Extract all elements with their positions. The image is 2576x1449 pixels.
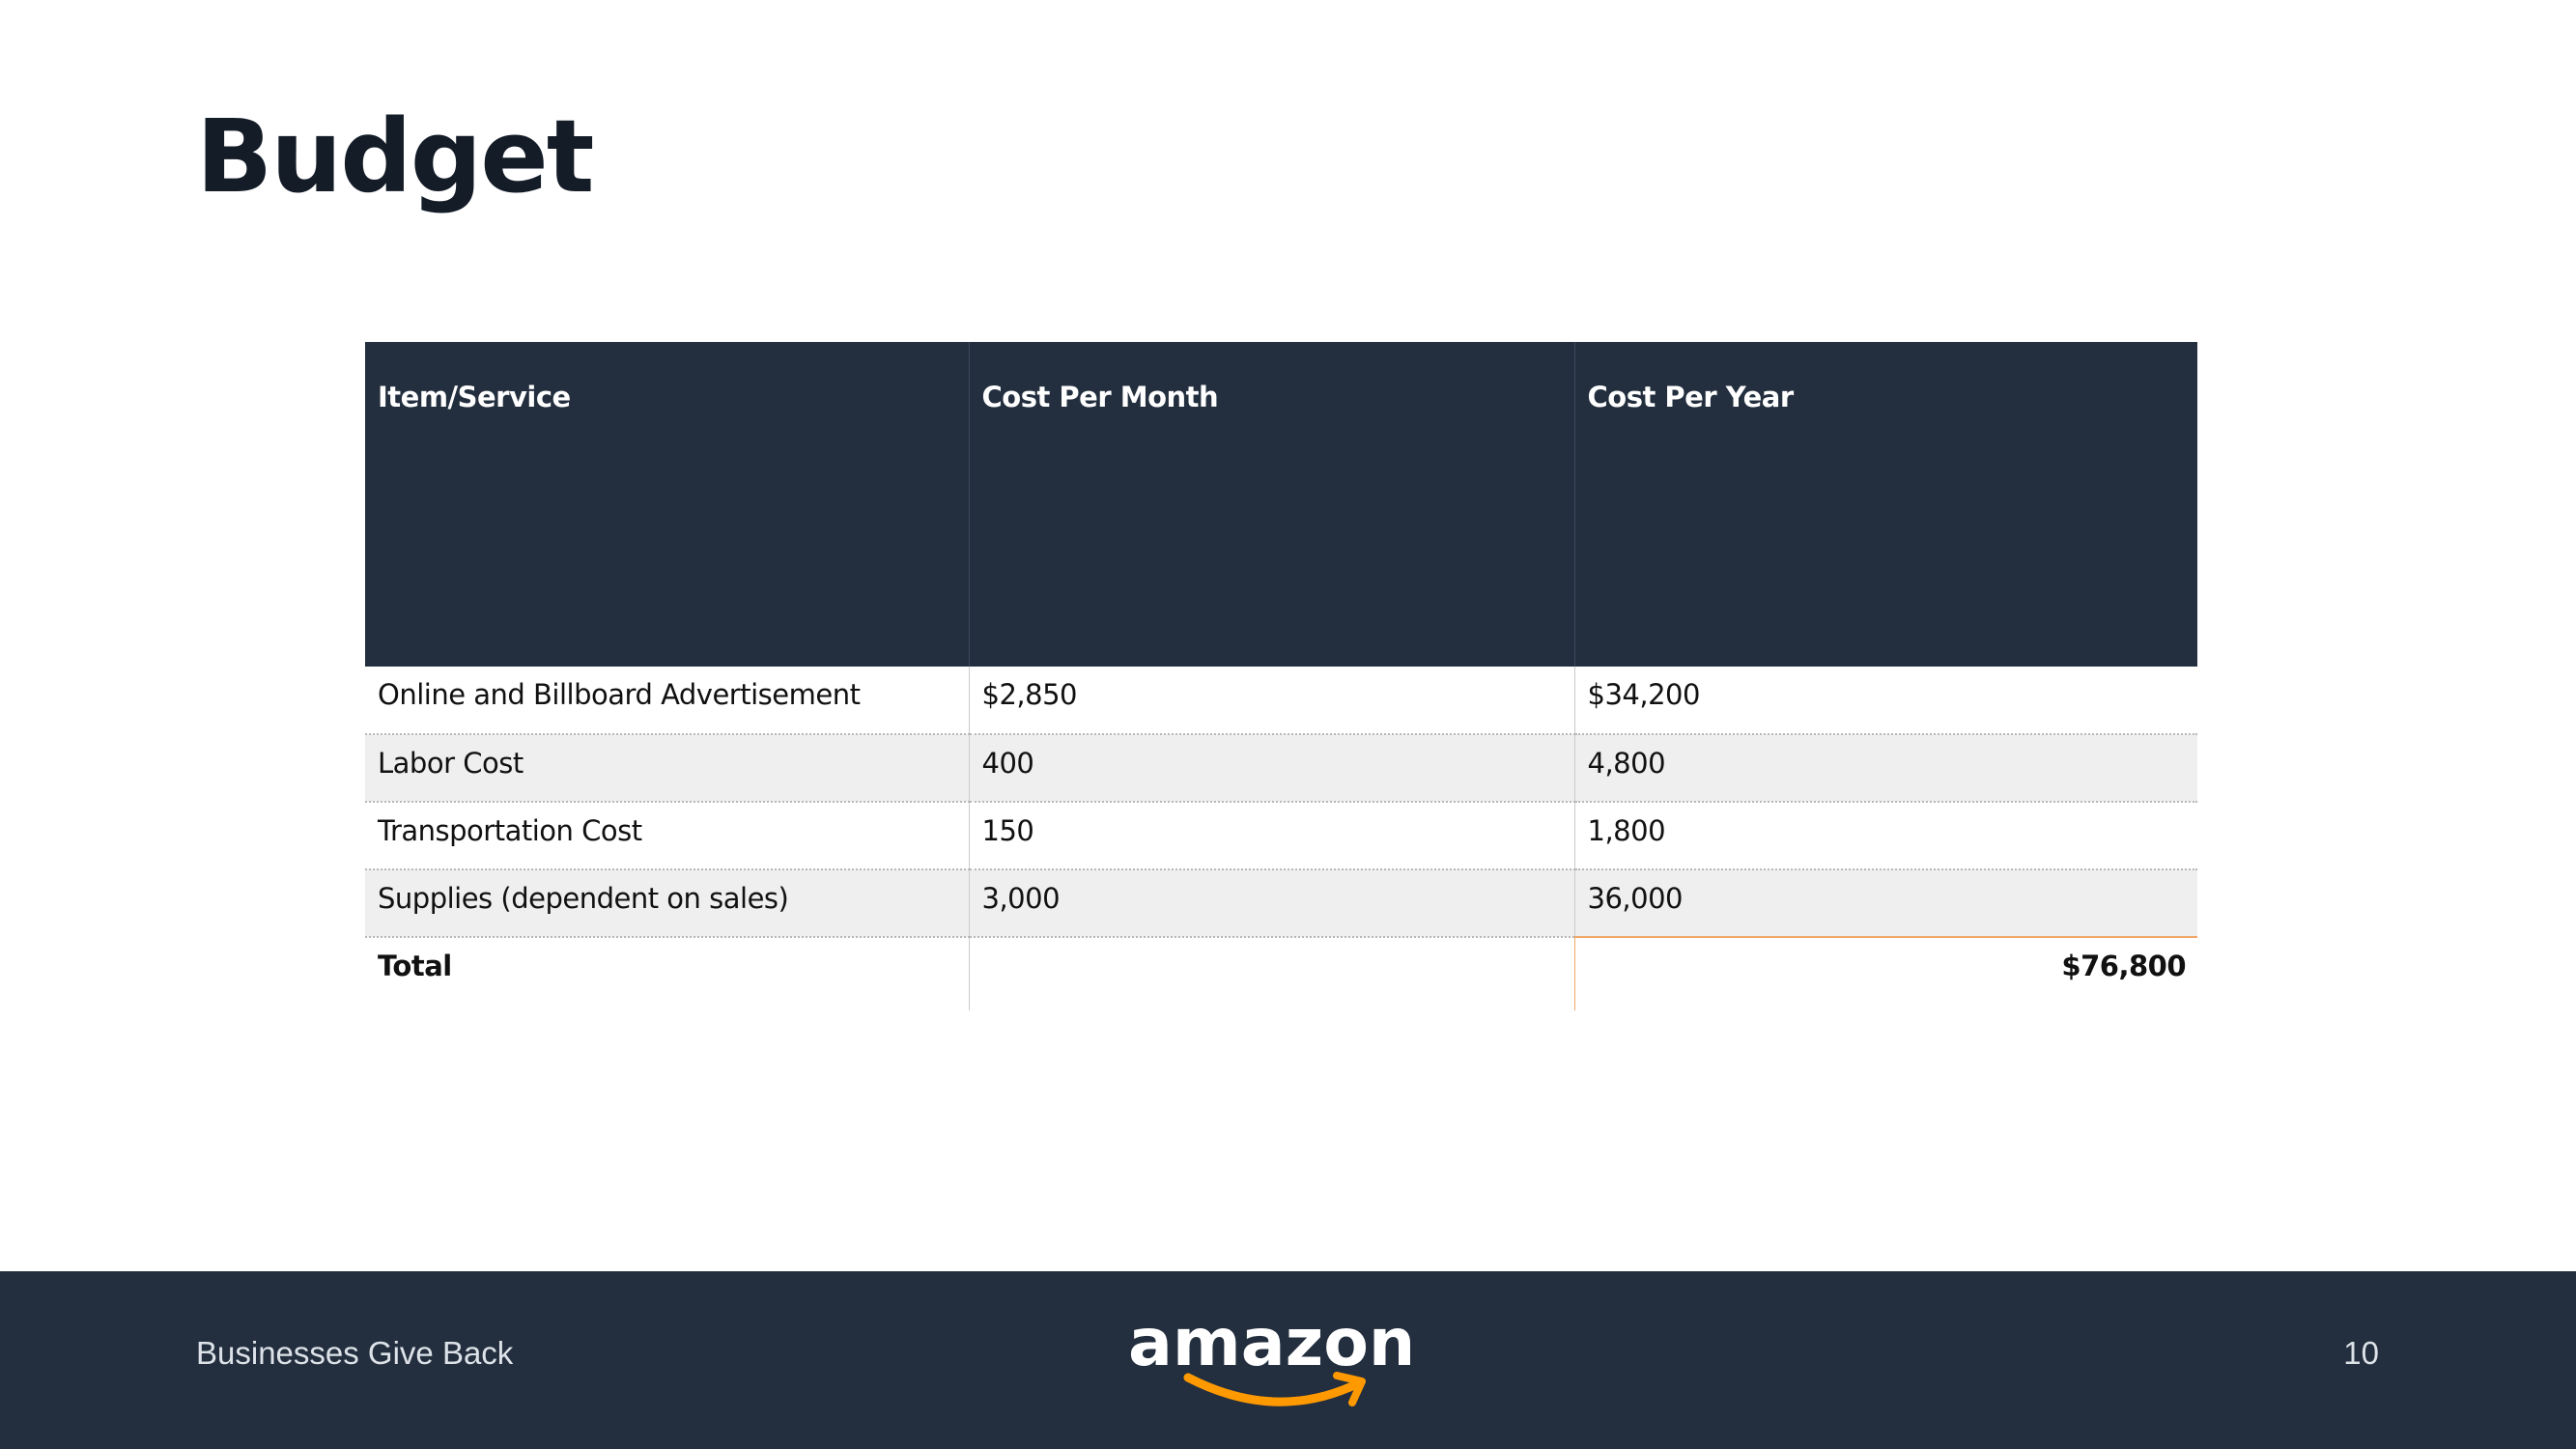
cell-year: 4,800 [1574, 734, 2197, 803]
table-row: Labor Cost 400 4,800 [365, 734, 2197, 803]
cell-year: 1,800 [1574, 802, 2197, 870]
total-value: $76,800 [1574, 936, 2197, 1010]
footer: Businesses Give Back amazon 10 [0, 1271, 2576, 1449]
cell-month: 400 [969, 734, 1575, 803]
cell-year: $34,200 [1574, 667, 2197, 735]
cell-item: Labor Cost [365, 734, 970, 803]
cell-year: 36,000 [1574, 869, 2197, 938]
column-header-year: Cost Per Year [1574, 342, 2197, 667]
slide: Budget Item/Service Cost Per Month Cost … [0, 0, 2576, 1449]
budget-table: Item/Service Cost Per Month Cost Per Yea… [365, 342, 2197, 1010]
cell-month: 3,000 [969, 869, 1575, 938]
amazon-logo: amazon [1128, 1307, 1449, 1414]
cell-item: Supplies (dependent on sales) [365, 869, 970, 938]
table-row: Transportation Cost 150 1,800 [365, 802, 2197, 870]
table-row: Supplies (dependent on sales) 3,000 36,0… [365, 869, 2197, 938]
page-title: Budget [196, 98, 594, 215]
footer-text: Businesses Give Back [196, 1335, 514, 1371]
total-month [969, 937, 1575, 1010]
column-header-month: Cost Per Month [969, 342, 1575, 667]
column-header-item: Item/Service [365, 342, 970, 667]
table-row: Online and Billboard Advertisement $2,85… [365, 667, 2197, 735]
table-header-row: Item/Service Cost Per Month Cost Per Yea… [365, 342, 2197, 667]
cell-item: Transportation Cost [365, 802, 970, 870]
cell-month: 150 [969, 802, 1575, 870]
page-number: 10 [2343, 1335, 2379, 1371]
smile-arrow-icon [1183, 1372, 1366, 1406]
cell-item: Online and Billboard Advertisement [365, 667, 970, 735]
total-row: Total $76,800 [365, 936, 2197, 1010]
cell-month: $2,850 [969, 667, 1575, 735]
total-label: Total [365, 937, 970, 1010]
